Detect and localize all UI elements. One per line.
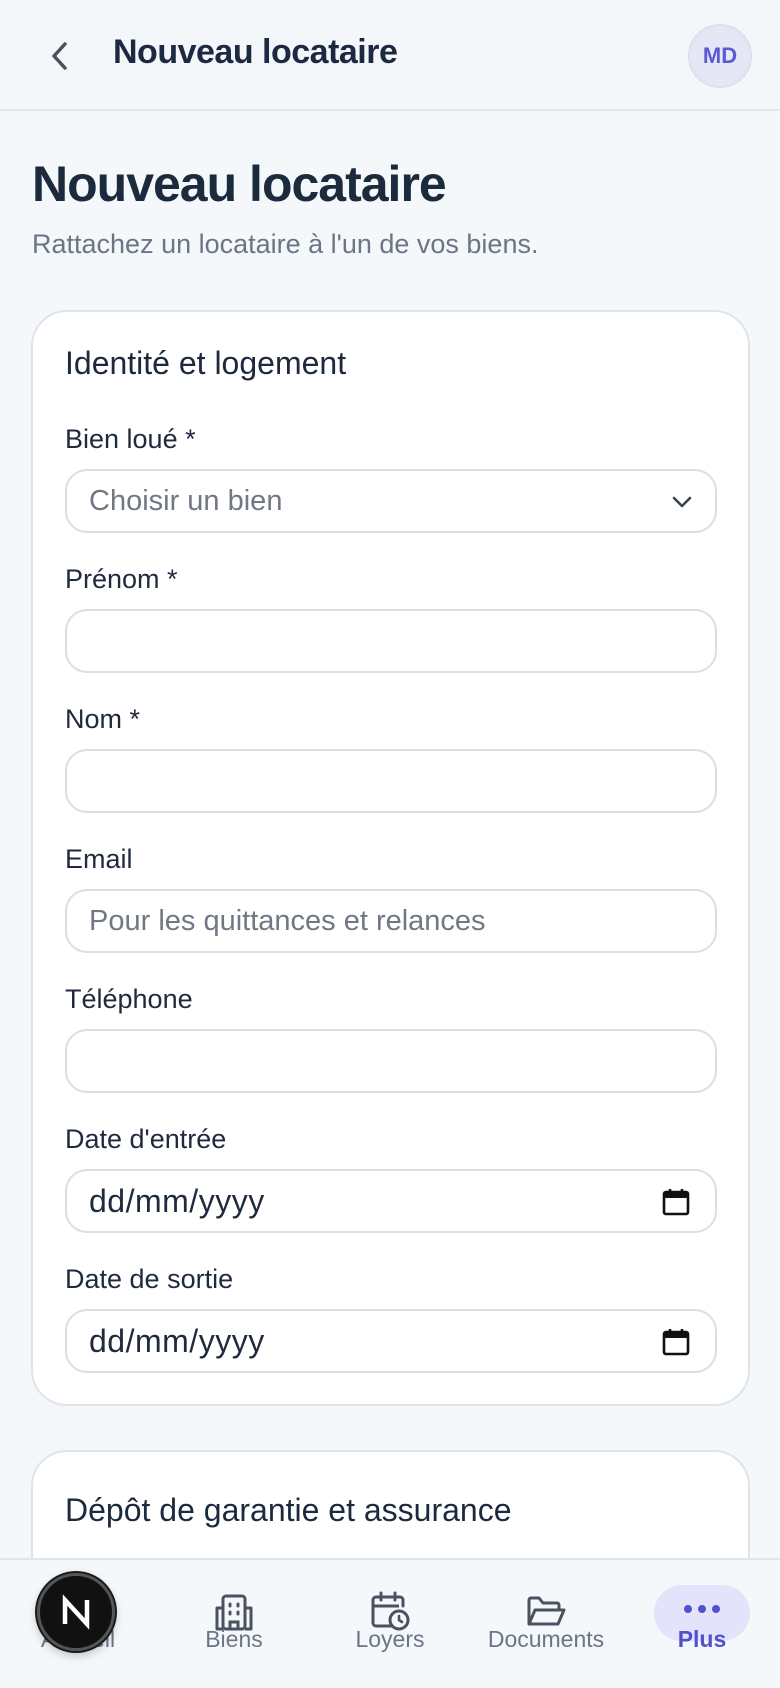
page-title: Nouveau locataire	[32, 156, 447, 212]
avatar[interactable]: MD	[688, 24, 752, 88]
calendar-icon[interactable]	[661, 1327, 691, 1357]
page-subtitle: Rattachez un locataire à l'un de vos bie…	[32, 229, 539, 259]
email-field[interactable]: Pour les quittances et relances	[65, 889, 717, 953]
phone-label: Téléphone	[65, 984, 193, 1014]
entry-date-value: dd/mm/yyyy	[89, 1182, 265, 1219]
chevron-down-icon	[672, 496, 692, 508]
nav-label-plus: Plus	[677, 1626, 727, 1652]
back-button[interactable]	[36, 32, 84, 80]
property-select[interactable]: Choisir un bien	[65, 469, 717, 533]
entry-date-label: Date d'entrée	[65, 1124, 227, 1154]
last-name-label: Nom *	[65, 704, 141, 734]
property-label: Bien loué *	[65, 424, 196, 454]
last-name-field[interactable]	[65, 749, 717, 813]
nav-item-documents[interactable]: Documents	[471, 1560, 621, 1688]
nav-label-documents: Documents	[487, 1626, 605, 1652]
nav-label-biens: Biens	[205, 1626, 263, 1652]
deposit-card-title: Dépôt de garantie et assurance	[65, 1492, 512, 1528]
bottom-nav: Accueil Biens Loyers Documents	[0, 1558, 780, 1688]
first-name-label: Prénom *	[65, 564, 178, 594]
top-bar: Nouveau locataire MD	[0, 0, 780, 111]
email-placeholder: Pour les quittances et relances	[89, 904, 486, 937]
exit-date-value: dd/mm/yyyy	[89, 1322, 265, 1359]
identity-card: Identité et logement Bien loué * Choisir…	[31, 310, 750, 1406]
property-select-value: Choisir un bien	[89, 484, 283, 517]
identity-card-title: Identité et logement	[65, 345, 347, 381]
header-title: Nouveau locataire	[113, 33, 398, 71]
entry-date-field[interactable]: dd/mm/yyyy	[65, 1169, 717, 1233]
n-logo-icon	[62, 1594, 90, 1630]
exit-date-label: Date de sortie	[65, 1264, 234, 1294]
exit-date-field[interactable]: dd/mm/yyyy	[65, 1309, 717, 1373]
first-name-field[interactable]	[65, 609, 717, 673]
chevron-left-icon	[52, 42, 67, 70]
nav-item-loyers[interactable]: Loyers	[315, 1560, 465, 1688]
nav-item-biens[interactable]: Biens	[159, 1560, 309, 1688]
app-logo-badge[interactable]	[37, 1573, 115, 1651]
phone-field[interactable]	[65, 1029, 717, 1093]
email-label: Email	[65, 844, 133, 874]
calendar-icon[interactable]	[661, 1187, 691, 1217]
more-dots-icon	[684, 1605, 720, 1613]
nav-item-plus[interactable]: Plus	[627, 1560, 777, 1688]
nav-label-loyers: Loyers	[355, 1626, 425, 1652]
